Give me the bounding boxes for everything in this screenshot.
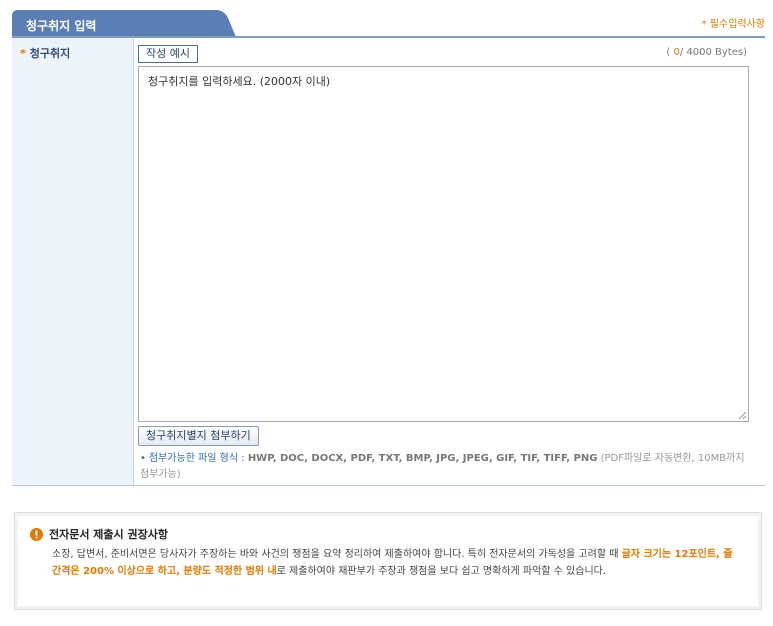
byte-open: (	[666, 47, 671, 58]
required-fields-note: * 필수입력사항	[701, 19, 765, 30]
notice-body: 소장, 답변서, 준비서면은 당사자가 주장하는 바와 사건의 쟁점을 요약 정…	[52, 546, 742, 580]
attach-claim-file-button[interactable]: 청구취지별지 첨부하기	[138, 426, 259, 446]
exclamation-circle-icon	[30, 527, 43, 541]
byte-max: 4000 Bytes)	[686, 47, 747, 58]
tab-claim-input[interactable]: 청구취지 입력	[12, 10, 236, 37]
resize-grip-icon[interactable]	[737, 410, 747, 420]
file-format-types: HWP, DOC, DOCX, PDF, TXT, BMP, JPG, JPEG…	[247, 453, 598, 464]
claim-form-row: * 청구취지 작성 예시 ( 0/ 4000 Bytes) 청구취지를 입력하세요…	[12, 38, 765, 486]
field-content-cell: 작성 예시 ( 0/ 4000 Bytes) 청구취지를 입력하세요. (200…	[134, 38, 765, 485]
field-label: * 청구취지	[20, 45, 70, 61]
notice-body-part2: 로 제출하여야 재판부가 주장과 쟁점을 보다 쉽고 명확하게 파악할 수 있습…	[276, 566, 607, 577]
bullet-icon: •	[140, 453, 146, 464]
claim-textarea-wrapper: 청구취지를 입력하세요. (2000자 이내)	[138, 66, 749, 422]
file-format-label: 첨부가능한 파일 형식 :	[148, 453, 245, 464]
claim-textarea[interactable]: 청구취지를 입력하세요. (2000자 이내)	[139, 67, 748, 421]
byte-counter: ( 0/ 4000 Bytes)	[666, 47, 747, 58]
field-label-cell: * 청구취지	[12, 38, 134, 485]
required-mark: *	[20, 47, 26, 60]
notice-body-part1: 소장, 답변서, 준비서면은 당사자가 주장하는 바와 사건의 쟁점을 요약 정…	[52, 549, 622, 560]
byte-separator: /	[679, 47, 684, 58]
notice-title: 전자문서 제출시 권장사항	[30, 526, 168, 542]
section-header: 청구취지 입력 * 필수입력사항	[0, 0, 773, 38]
tab-title: 청구취지 입력	[26, 19, 97, 33]
notice-title-text: 전자문서 제출시 권장사항	[49, 528, 168, 541]
example-button[interactable]: 작성 예시	[138, 45, 198, 63]
file-format-note: • 첨부가능한 파일 형식 : HWP, DOC, DOCX, PDF, TXT,…	[140, 451, 752, 483]
field-label-text: 청구취지	[29, 47, 71, 60]
notice-box: 전자문서 제출시 권장사항 소장, 답변서, 준비서면은 당사자가 주장하는 바…	[14, 512, 762, 610]
